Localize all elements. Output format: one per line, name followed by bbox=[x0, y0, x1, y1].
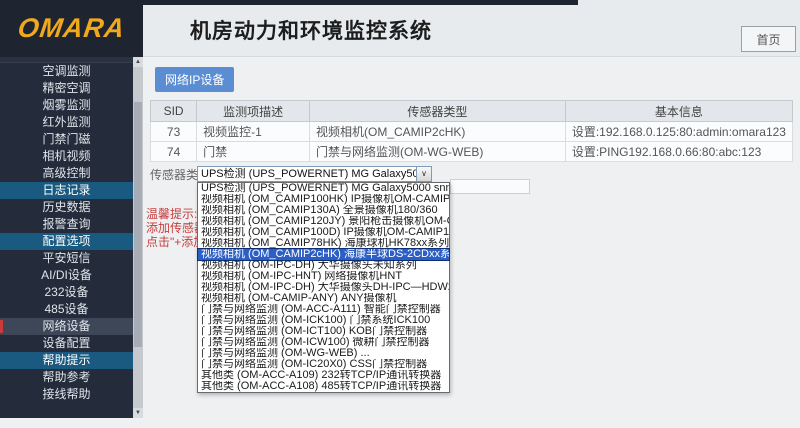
sidebar-item[interactable]: 平安短信 bbox=[0, 250, 133, 267]
sidebar-item-label: 平安短信 bbox=[42, 251, 90, 265]
select-current-value: UPS检测 (UPS_POWERNET) MG Galaxy5000 s bbox=[198, 167, 416, 181]
header: OMARA 机房动力和环境监控系统 首页 bbox=[0, 0, 800, 57]
sidebar-item[interactable]: 空调监测 bbox=[0, 63, 133, 80]
sidebar-item[interactable]: 红外监测 bbox=[0, 114, 133, 131]
active-item-indicator bbox=[0, 320, 3, 333]
table-cell: 门禁 bbox=[197, 142, 310, 162]
dropdown-option[interactable]: 视频相机 (OM-CAMIP-ANY) ANY摄像机 bbox=[198, 293, 449, 304]
sidebar-item[interactable]: 门禁门磁 bbox=[0, 131, 133, 148]
dropdown-option[interactable]: 门禁与网络监测 (OM-ICW100) 微耕门禁控制器 bbox=[198, 337, 449, 348]
sidebar-section-header[interactable]: 配置选项 bbox=[0, 233, 133, 250]
dropdown-option[interactable]: 门禁与网络监测 (OM-WG-WEB) ... bbox=[198, 348, 449, 359]
sidebar-item-label: 历史数据 bbox=[42, 200, 90, 214]
table-cell: 73 bbox=[151, 122, 197, 142]
sidebar-item-label: 空调监测 bbox=[42, 64, 90, 78]
sensor-type-dropdown: UPS检测 (UPS_POWERNET) MG Galaxy5000 snmp视… bbox=[197, 182, 450, 393]
logo-text: OMARA bbox=[16, 13, 127, 44]
table-cell: 74 bbox=[151, 142, 197, 162]
sidebar-item-label: 红外监测 bbox=[42, 115, 90, 129]
sidebar-item-label: 232设备 bbox=[44, 285, 88, 299]
sidebar-item[interactable]: 烟雾监测 bbox=[0, 97, 133, 114]
table-header-row: SID 监测项描述 传感器类型 基本信息 bbox=[151, 101, 793, 122]
col-header-sensor-type: 传感器类型 bbox=[310, 101, 566, 122]
sidebar-section-header[interactable]: 帮助提示 bbox=[0, 352, 133, 369]
dropdown-option[interactable]: 门禁与网络监测 (OM-ICK100) 门禁系统ICK100 bbox=[198, 315, 449, 326]
dropdown-option[interactable]: UPS检测 (UPS_POWERNET) MG Galaxy5000 snmp bbox=[198, 183, 449, 194]
dropdown-option[interactable]: 视频相机 (OM-IPC-DH) 大华摄像头未知系列 bbox=[198, 260, 449, 271]
sidebar-item-label: 精密空调 bbox=[42, 81, 90, 95]
sidebar-item-label: 门禁门磁 bbox=[42, 132, 90, 146]
table-cell: 设置:PING192.168.0.66:80:abc:123 bbox=[565, 142, 792, 162]
table-cell: 门禁与网络监测(OM-WG-WEB) bbox=[310, 142, 566, 162]
sidebar-menu: 空调监测精密空调烟雾监测红外监测门禁门磁相机视频高级控制日志记录历史数据报警查询… bbox=[0, 57, 133, 403]
sensor-type-select[interactable]: UPS检测 (UPS_POWERNET) MG Galaxy5000 s ∨ bbox=[197, 166, 432, 182]
sidebar-item-label: 接线帮助 bbox=[42, 387, 90, 401]
page-title: 机房动力和环境监控系统 bbox=[190, 15, 432, 45]
dropdown-option[interactable]: 门禁与网络监测 (OM-IC20X0) CSS门禁控制器 bbox=[198, 359, 449, 370]
sidebar-item-label: 报警查询 bbox=[42, 217, 90, 231]
dropdown-option[interactable]: 视频相机 (OM_CAMIP2cHK) 海康半球DS-2CDxx系列 bbox=[198, 249, 449, 260]
dropdown-option[interactable]: 视频相机 (OM_CAMIP100HK) IP摄像机OM-CAMIP100HK bbox=[198, 194, 449, 205]
dropdown-option[interactable]: 视频相机 (OM_CAMIP120JY) 景阳枪击摄像机OM-CAMIP120J… bbox=[198, 216, 449, 227]
sidebar-item[interactable]: 网络设备 bbox=[0, 318, 133, 335]
dropdown-option[interactable]: 其他类 (OM-ACC-A109) 232转TCP/IP通讯转换器 bbox=[198, 370, 449, 381]
sidebar-item-label: 配置选项 bbox=[42, 234, 90, 248]
sidebar-item-label: AI/DI设备 bbox=[41, 268, 92, 282]
sidebar-item-label: 485设备 bbox=[44, 302, 88, 316]
dropdown-option[interactable]: 其他类 (OM-ACC-A108) 485转TCP/IP通讯转换器 bbox=[198, 381, 449, 392]
table-cell: 视频监控-1 bbox=[197, 122, 310, 142]
sidebar-item[interactable]: 相机视频 bbox=[0, 148, 133, 165]
sidebar-item[interactable]: 帮助参考 bbox=[0, 369, 133, 386]
table-row[interactable]: 73视频监控-1视频相机(OM_CAMIP2cHK)设置:192.168.0.1… bbox=[151, 122, 793, 142]
scrollbar-thumb[interactable] bbox=[134, 102, 142, 347]
dropdown-option[interactable]: 视频相机 (OM-IPC-DH) 大华摄像头DH-IPC—HDW2221C bbox=[198, 282, 449, 293]
table-cell: 设置:192.168.0.125:80:admin:omara123 bbox=[565, 122, 792, 142]
sidebar-item[interactable]: 设备配置 bbox=[0, 335, 133, 352]
col-header-sid: SID bbox=[151, 101, 197, 122]
table-body: 73视频监控-1视频相机(OM_CAMIP2cHK)设置:192.168.0.1… bbox=[151, 122, 793, 162]
sidebar-item-label: 帮助提示 bbox=[42, 353, 90, 367]
top-strip bbox=[0, 0, 578, 5]
sidebar-item-label: 设备配置 bbox=[42, 336, 90, 350]
sensor-value-input[interactable] bbox=[450, 179, 530, 194]
table-row[interactable]: 74门禁门禁与网络监测(OM-WG-WEB)设置:PING192.168.0.6… bbox=[151, 142, 793, 162]
sidebar-item[interactable]: 485设备 bbox=[0, 301, 133, 318]
dropdown-option[interactable]: 视频相机 (OM-IPC-HNT) 网络摄像机HNT bbox=[198, 271, 449, 282]
main-content: 网络IP设备 SID 监测项描述 传感器类型 基本信息 73视频监控-1视频相机… bbox=[143, 57, 800, 428]
sidebar-scrollbar[interactable]: ▲ ▼ bbox=[133, 57, 143, 418]
sidebar-item[interactable]: 高级控制 bbox=[0, 165, 133, 182]
scroll-up-icon[interactable]: ▲ bbox=[133, 57, 143, 67]
chevron-down-icon[interactable]: ∨ bbox=[416, 167, 431, 181]
sidebar-item[interactable]: 接线帮助 bbox=[0, 386, 133, 403]
table-cell: 视频相机(OM_CAMIP2cHK) bbox=[310, 122, 566, 142]
sidebar-item[interactable]: AI/DI设备 bbox=[0, 267, 133, 284]
dropdown-option[interactable]: 门禁与网络监测 (OM-ICT100) KOB门禁控制器 bbox=[198, 326, 449, 337]
sidebar: 空调监测精密空调烟雾监测红外监测门禁门磁相机视频高级控制日志记录历史数据报警查询… bbox=[0, 57, 143, 418]
sidebar-item-label: 帮助参考 bbox=[42, 370, 90, 384]
dropdown-option[interactable]: 视频相机 (OM_CAMIP130A) 全景摄像机180/360 bbox=[198, 205, 449, 216]
sidebar-item[interactable]: 报警查询 bbox=[0, 216, 133, 233]
dropdown-option[interactable]: 视频相机 (OM_CAMIP78HK) 海康球机HK78xx系列 bbox=[198, 238, 449, 249]
sidebar-item[interactable]: 232设备 bbox=[0, 284, 133, 301]
sidebar-item[interactable]: 精密空调 bbox=[0, 80, 133, 97]
sidebar-section-header[interactable]: 日志记录 bbox=[0, 182, 133, 199]
scroll-down-icon[interactable]: ▼ bbox=[133, 408, 143, 418]
sidebar-item-label: 网络设备 bbox=[42, 319, 90, 333]
col-header-description: 监测项描述 bbox=[197, 101, 310, 122]
devices-table: SID 监测项描述 传感器类型 基本信息 73视频监控-1视频相机(OM_CAM… bbox=[150, 100, 793, 162]
sidebar-item-label: 烟雾监测 bbox=[42, 98, 90, 112]
tab-network-ip-devices[interactable]: 网络IP设备 bbox=[155, 67, 234, 92]
logo: OMARA bbox=[0, 0, 143, 57]
sidebar-item-label: 高级控制 bbox=[42, 166, 90, 180]
app-window: OMARA 机房动力和环境监控系统 首页 空调监测精密空调烟雾监测红外监测门禁门… bbox=[0, 0, 800, 428]
dropdown-option[interactable]: 门禁与网络监测 (OM-ACC-A111) 智能门禁控制器 bbox=[198, 304, 449, 315]
col-header-basic-info: 基本信息 bbox=[565, 101, 792, 122]
dropdown-option[interactable]: 视频相机 (OM_CAMIP100D) IP摄像机OM-CAMIP100D 大架… bbox=[198, 227, 449, 238]
sidebar-item[interactable]: 历史数据 bbox=[0, 199, 133, 216]
sidebar-item-label: 日志记录 bbox=[42, 183, 90, 197]
home-button[interactable]: 首页 bbox=[741, 26, 796, 52]
sidebar-item-label: 相机视频 bbox=[42, 149, 90, 163]
